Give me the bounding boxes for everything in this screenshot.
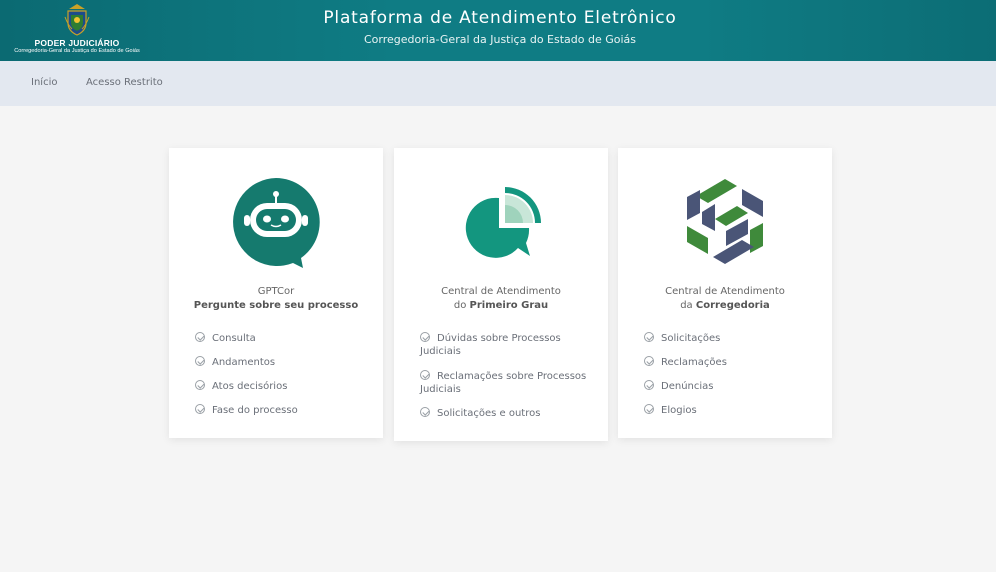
card-heading: Central de Atendimento do Primeiro Grau	[394, 285, 608, 313]
check-circle-icon	[195, 332, 205, 342]
card-corregedoria[interactable]: Central de Atendimento da Corregedoria S…	[618, 148, 832, 438]
header-bar: PODER JUDICIÁRIO Corregedoria-Geral da J…	[0, 0, 996, 61]
feature-item: Denúncias	[644, 380, 814, 393]
feature-item: Andamentos	[195, 356, 365, 369]
card-subtitle: do Primeiro Grau	[453, 300, 549, 311]
hexagon-logo-icon	[687, 179, 763, 264]
check-circle-icon	[195, 356, 205, 366]
brand-logo[interactable]: PODER JUDICIÁRIO Corregedoria-Geral da J…	[12, 3, 142, 57]
card-primeiro-grau[interactable]: Central de Atendimento do Primeiro Grau …	[394, 148, 608, 441]
brand-subtitle: Corregedoria-Geral da Justiça do Estado …	[14, 48, 140, 54]
card-gptcor[interactable]: GPTCor Pergunte sobre seu processo Consu…	[169, 148, 383, 438]
check-circle-icon	[195, 380, 205, 390]
check-circle-icon	[644, 380, 654, 390]
check-circle-icon	[195, 404, 205, 414]
nav-item-acesso-restrito[interactable]: Acesso Restrito	[86, 77, 163, 88]
check-circle-icon	[644, 332, 654, 342]
feature-item: Dúvidas sobre Processos Judiciais	[420, 332, 561, 357]
nav-bar: Início Acesso Restrito	[0, 61, 996, 106]
card-title: GPTCor	[257, 286, 295, 297]
coat-of-arms-icon	[64, 4, 90, 36]
check-circle-icon	[420, 332, 430, 342]
feature-item: Solicitações	[644, 332, 814, 345]
feature-item: Fase do processo	[195, 404, 365, 417]
check-circle-icon	[644, 404, 654, 414]
page-title: Plataforma de Atendimento Eletrônico	[323, 8, 677, 28]
card-title: Central de Atendimento	[441, 286, 561, 297]
feature-item: Atos decisórios	[195, 380, 365, 393]
nav-item-inicio[interactable]: Início	[31, 77, 57, 88]
card-heading: Central de Atendimento da Corregedoria	[618, 285, 832, 313]
check-circle-icon	[420, 370, 430, 380]
card-subtitle: Pergunte sobre seu processo	[193, 300, 359, 311]
feature-item: Consulta	[195, 332, 365, 345]
page-subtitle: Corregedoria-Geral da Justiça do Estado …	[363, 33, 637, 46]
check-circle-icon	[644, 356, 654, 366]
feature-item: Reclamações	[644, 356, 814, 369]
robot-icon	[233, 178, 320, 268]
feature-item: Elogios	[644, 404, 814, 417]
feature-item: Solicitações e outros	[420, 407, 590, 420]
chat-chart-icon	[465, 187, 541, 258]
card-title: Central de Atendimento	[665, 286, 785, 297]
card-subtitle: da Corregedoria	[680, 300, 770, 311]
brand-name: PODER JUDICIÁRIO	[34, 38, 120, 48]
feature-item: Reclamações sobre Processos Judiciais	[420, 370, 587, 395]
check-circle-icon	[420, 407, 430, 417]
card-heading: GPTCor Pergunte sobre seu processo	[169, 285, 383, 313]
